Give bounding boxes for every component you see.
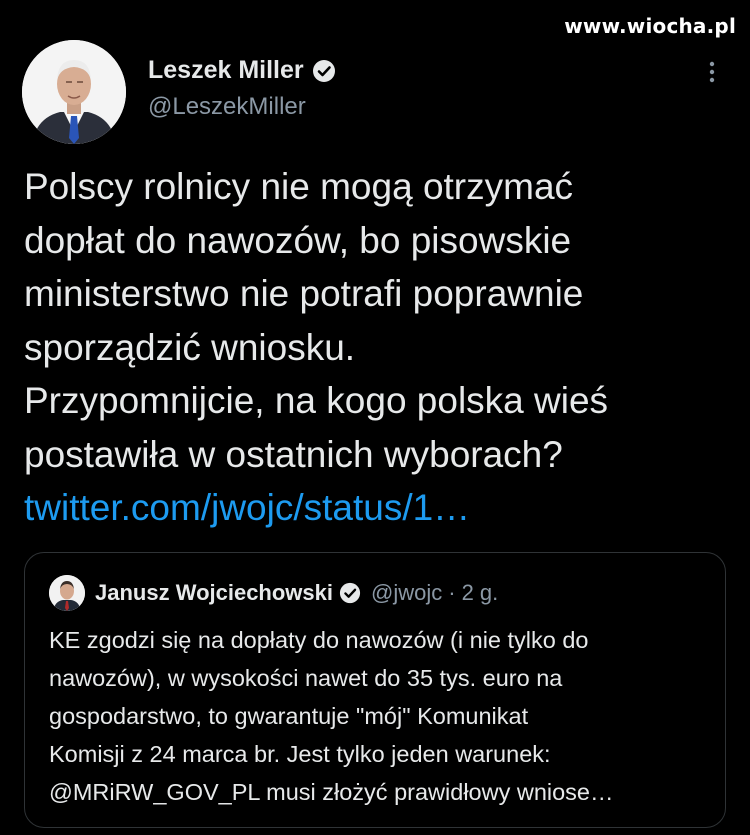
- quoted-tweet-time[interactable]: 2 g.: [462, 580, 499, 606]
- quoted-text-line: gospodarstwo, to gwarantuje "mój" Komuni…: [49, 703, 529, 729]
- tweet-header: Leszek Miller @LeszekMiller: [22, 40, 732, 145]
- author-avatar[interactable]: [22, 40, 126, 144]
- quoted-tweet-header: Janusz Wojciechowski @jwojc · 2 g.: [49, 575, 498, 611]
- author-display-name[interactable]: Leszek Miller: [148, 56, 304, 85]
- quoted-tweet-card[interactable]: Janusz Wojciechowski @jwojc · 2 g. KE zg…: [24, 552, 726, 828]
- watermark: www.wiocha.pl: [564, 14, 736, 38]
- tweet-text-line: Przypomnijcie, na kogo polska wieś: [24, 380, 609, 421]
- verified-badge-icon: [339, 582, 361, 604]
- quoted-text-line: Komisji z 24 marca br. Jest tylko jeden …: [49, 741, 551, 767]
- tweet-text: Polscy rolnicy nie mogą otrzymać dopłat …: [24, 160, 724, 535]
- quoted-author-name[interactable]: Janusz Wojciechowski: [95, 580, 333, 606]
- quoted-author-handle[interactable]: @jwojc: [371, 580, 442, 606]
- tweet-text-line: ministerstwo nie potrafi poprawnie: [24, 273, 584, 314]
- more-vertical-icon[interactable]: [702, 58, 722, 88]
- quoted-text-line: KE zgodzi się na dopłaty do nawozów (i n…: [49, 627, 589, 653]
- separator-dot: ·: [448, 580, 456, 605]
- quoted-text-line: @MRiRW_GOV_PL musi złożyć prawidłowy wni…: [49, 779, 614, 805]
- tweet-text-line: Polscy rolnicy nie mogą otrzymać: [24, 166, 574, 207]
- quoted-text-line: nawozów), w wysokości nawet do 35 tys. e…: [49, 665, 563, 691]
- tweet-text-line: postawiła w ostatnich wyborach?: [24, 433, 563, 475]
- quoted-tweet-text: KE zgodzi się na dopłaty do nawozów (i n…: [49, 621, 709, 811]
- verified-badge-icon: [312, 59, 336, 83]
- tweet-link[interactable]: twitter.com/jwojc/status/1…: [24, 487, 470, 528]
- author-name-block: Leszek Miller @LeszekMiller: [148, 56, 336, 121]
- author-handle[interactable]: @LeszekMiller: [148, 93, 336, 121]
- quoted-author-avatar[interactable]: [49, 575, 85, 611]
- author-name-row: Leszek Miller: [148, 56, 336, 85]
- tweet-text-line: sporządzić wniosku.: [24, 326, 356, 368]
- tweet-text-line: dopłat do nawozów, bo pisowskie: [24, 219, 572, 261]
